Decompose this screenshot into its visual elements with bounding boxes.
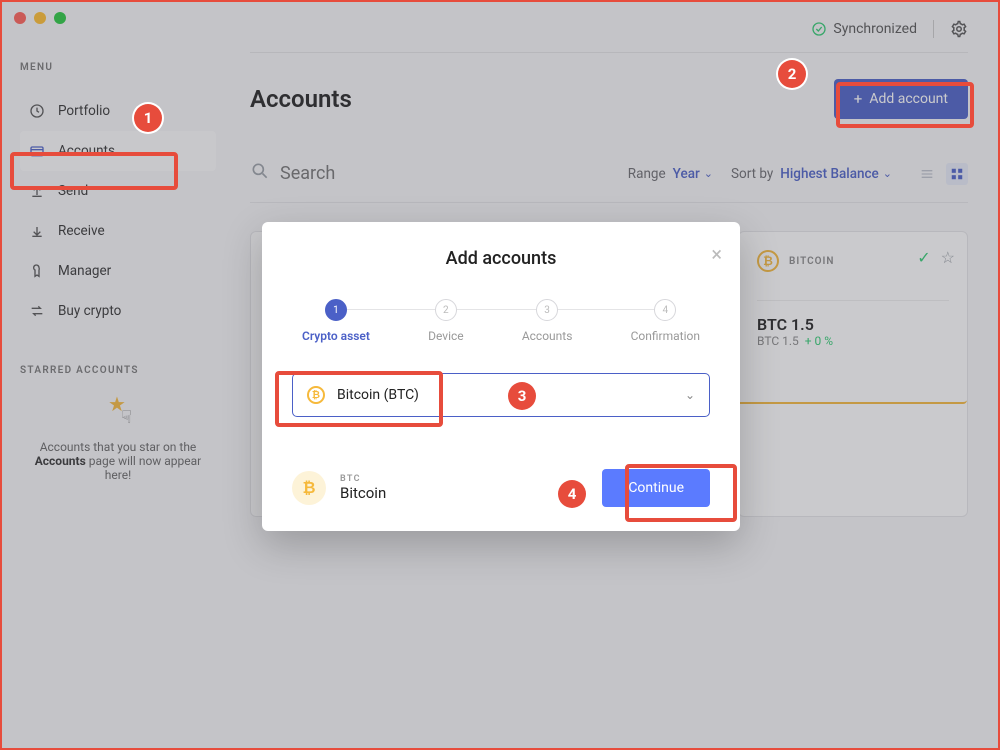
- asset-summary: ₿ BTC Bitcoin: [292, 471, 386, 505]
- close-icon[interactable]: ×: [711, 242, 722, 266]
- range-selector[interactable]: Range Year ⌄: [628, 166, 713, 182]
- button-label: Continue: [628, 480, 684, 496]
- clock-icon: [28, 102, 46, 120]
- bitcoin-icon: ₿: [757, 250, 779, 272]
- wallet-icon: [28, 142, 46, 160]
- gear-icon[interactable]: [950, 20, 968, 38]
- grid-view-icon[interactable]: [946, 163, 968, 185]
- balance-delta: + 0 %: [805, 334, 833, 348]
- minimize-window-icon[interactable]: [34, 12, 46, 24]
- step-label: Device: [428, 329, 464, 343]
- sidebar-item-label: Portfolio: [58, 103, 110, 119]
- sort-label: Sort by: [731, 166, 773, 182]
- sidebar-item-label: Manager: [58, 263, 111, 279]
- step-label: Confirmation: [631, 329, 700, 343]
- sort-value: Highest Balance: [777, 166, 879, 182]
- step-number: 2: [435, 299, 457, 321]
- range-value: Year: [670, 166, 700, 182]
- sync-status: Synchronized: [811, 21, 917, 37]
- sidebar-item-manager[interactable]: Manager: [20, 251, 216, 291]
- divider: [933, 20, 934, 38]
- sidebar-item-accounts[interactable]: Accounts: [20, 131, 216, 171]
- add-account-button[interactable]: + Add account: [834, 79, 968, 119]
- promo-text: Accounts that you star on the: [40, 440, 197, 454]
- page-header: Accounts + Add account: [250, 79, 968, 119]
- account-balance: BTC 1.5: [757, 315, 949, 334]
- step-number: 4: [654, 299, 676, 321]
- sidebar-item-send[interactable]: Send: [20, 171, 216, 211]
- crypto-asset-selector[interactable]: ₿ Bitcoin (BTC) ⌄: [292, 373, 710, 417]
- modal-steps: 1 Crypto asset 2 Device 3 Accounts 4 Con…: [292, 299, 710, 343]
- window-traffic-lights: [14, 12, 66, 24]
- sidebar-item-buy-crypto[interactable]: Buy crypto: [20, 291, 216, 331]
- sort-selector[interactable]: Sort by Highest Balance ⌄: [731, 166, 892, 182]
- card-actions: ✓ ☆: [917, 248, 955, 267]
- download-icon: [28, 222, 46, 240]
- sidebar-item-receive[interactable]: Receive: [20, 211, 216, 251]
- sparkline-icon: [739, 370, 967, 404]
- check-icon: ✓: [917, 248, 930, 267]
- star-click-icon: ★☟: [102, 394, 134, 426]
- asset-name: Bitcoin: [340, 484, 386, 502]
- sidebar-item-label: Receive: [58, 223, 105, 239]
- list-view-icon[interactable]: [916, 163, 938, 185]
- step-device: 2 Device: [428, 299, 464, 343]
- star-icon[interactable]: ☆: [941, 248, 955, 267]
- sidebar-item-label: Send: [58, 183, 88, 199]
- bitcoin-icon: ₿: [307, 386, 325, 404]
- step-accounts: 3 Accounts: [522, 299, 573, 343]
- step-crypto-asset: 1 Crypto asset: [302, 299, 370, 343]
- asset-ticker: BTC: [340, 474, 386, 484]
- sidebar-item-label: Buy crypto: [58, 303, 121, 319]
- chevron-down-icon: ⌄: [883, 167, 892, 180]
- step-confirmation: 4 Confirmation: [631, 299, 700, 343]
- plus-icon: +: [854, 90, 863, 108]
- sync-label: Synchronized: [833, 21, 917, 37]
- page-title: Accounts: [250, 85, 352, 113]
- starred-accounts-heading: STARRED ACCOUNTS: [20, 365, 216, 376]
- continue-button[interactable]: Continue: [602, 469, 710, 507]
- chevron-down-icon: ⌄: [685, 388, 695, 402]
- sub-balance-value: BTC 1.5: [757, 334, 799, 348]
- swap-icon: [28, 302, 46, 320]
- button-label: Add account: [869, 91, 948, 107]
- step-number: 3: [536, 299, 558, 321]
- promo-bold: Accounts: [35, 454, 86, 468]
- steps-line: [332, 309, 670, 310]
- view-toggle: [916, 163, 968, 185]
- step-label: Crypto asset: [302, 329, 370, 343]
- tools-icon: [28, 262, 46, 280]
- chevron-down-icon: ⌄: [704, 167, 713, 180]
- range-label: Range: [628, 166, 666, 182]
- search-input[interactable]: [280, 163, 420, 184]
- modal-title: Add accounts: [292, 248, 710, 269]
- step-label: Accounts: [522, 329, 573, 343]
- promo-text-tail: page will now appear here!: [86, 454, 202, 482]
- account-subbalance: BTC 1.5 + 0 %: [757, 334, 949, 348]
- selected-asset-label: Bitcoin (BTC): [337, 387, 673, 403]
- divider: [250, 52, 968, 53]
- bitcoin-icon: ₿: [292, 471, 326, 505]
- account-card-bitcoin[interactable]: ₿ BITCOIN ✓ ☆ BTC 1.5 BTC 1.5 + 0 %: [738, 231, 968, 517]
- maximize-window-icon[interactable]: [54, 12, 66, 24]
- sidebar: MENU Portfolio Accounts Send Receive: [2, 2, 222, 748]
- modal-footer: ₿ BTC Bitcoin Continue: [292, 469, 710, 507]
- upload-icon: [28, 182, 46, 200]
- sidebar-item-portfolio[interactable]: Portfolio: [20, 91, 216, 131]
- search-box[interactable]: [250, 161, 610, 186]
- coin-name: BITCOIN: [789, 256, 834, 267]
- search-icon: [250, 161, 270, 186]
- step-number: 1: [325, 299, 347, 321]
- search-filter-row: Range Year ⌄ Sort by Highest Balance ⌄: [250, 157, 968, 203]
- starred-accounts-promo: ★☟ Accounts that you star on the Account…: [20, 394, 216, 482]
- check-circle-icon: [811, 21, 827, 37]
- sidebar-item-label: Accounts: [58, 143, 115, 159]
- divider: [757, 300, 949, 301]
- add-accounts-modal: × Add accounts 1 Crypto asset 2 Device 3…: [262, 222, 740, 531]
- menu-heading: MENU: [20, 62, 216, 73]
- close-window-icon[interactable]: [14, 12, 26, 24]
- topbar: Synchronized: [250, 2, 968, 52]
